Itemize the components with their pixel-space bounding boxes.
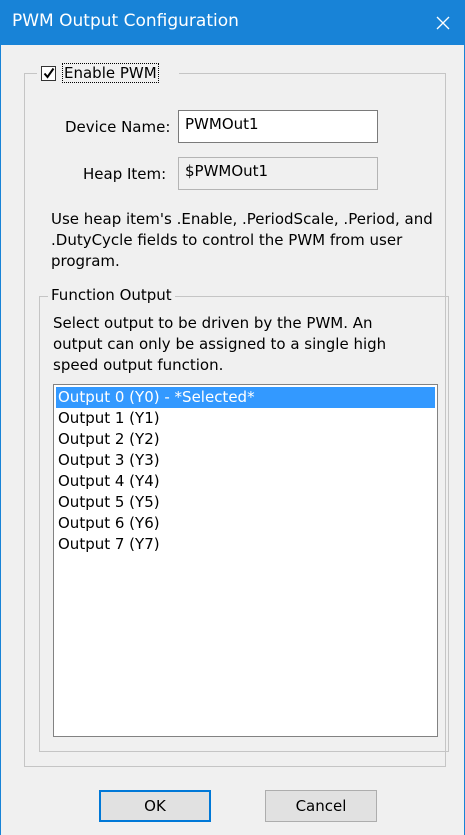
enable-pwm-checkbox[interactable] [41,66,56,81]
list-item[interactable]: Output 2 (Y2) [56,429,435,450]
cancel-button[interactable]: Cancel [265,790,377,822]
enable-pwm-label[interactable]: Enable PWM [62,63,159,83]
title-bar[interactable]: PWM Output Configuration [1,0,465,45]
description-line: .DutyCycle fields to control the PWM fro… [51,231,403,249]
heap-item-field[interactable]: $PWMOut1 [178,157,378,190]
ok-button[interactable]: OK [99,790,211,822]
list-item[interactable]: Output 0 (Y0) - *Selected* [56,387,435,408]
cancel-button-label: Cancel [295,797,347,815]
list-item[interactable]: Output 5 (Y5) [56,492,435,513]
function-output-legend: Function Output [48,286,175,304]
description-line: output can only be assigned to a single … [53,335,387,353]
close-icon [436,16,450,29]
description-line: program. [51,252,120,270]
close-button[interactable] [420,0,465,45]
function-output-list[interactable]: Output 0 (Y0) - *Selected* Output 1 (Y1)… [53,384,438,737]
function-output-description: Select output to be driven by the PWM. A… [53,313,458,376]
ok-button-label: OK [144,797,166,815]
checkmark-icon [43,67,55,79]
description-line: speed output function. [53,356,224,374]
description-line: Select output to be driven by the PWM. A… [53,314,373,332]
list-item[interactable]: Output 3 (Y3) [56,450,435,471]
list-item[interactable]: Output 6 (Y6) [56,513,435,534]
pwm-config-dialog: PWM Output Configuration Enable PWM Devi… [0,0,465,835]
device-name-input[interactable]: PWMOut1 [178,110,378,143]
device-name-label: Device Name: [65,118,171,136]
list-item[interactable]: Output 1 (Y1) [56,408,435,429]
list-item[interactable]: Output 7 (Y7) [56,534,435,555]
heap-item-description: Use heap item's .Enable, .PeriodScale, .… [51,209,456,272]
window-title: PWM Output Configuration [12,11,239,31]
list-item[interactable]: Output 4 (Y4) [56,471,435,492]
heap-item-label: Heap Item: [83,165,167,183]
description-line: Use heap item's .Enable, .PeriodScale, .… [51,210,433,228]
